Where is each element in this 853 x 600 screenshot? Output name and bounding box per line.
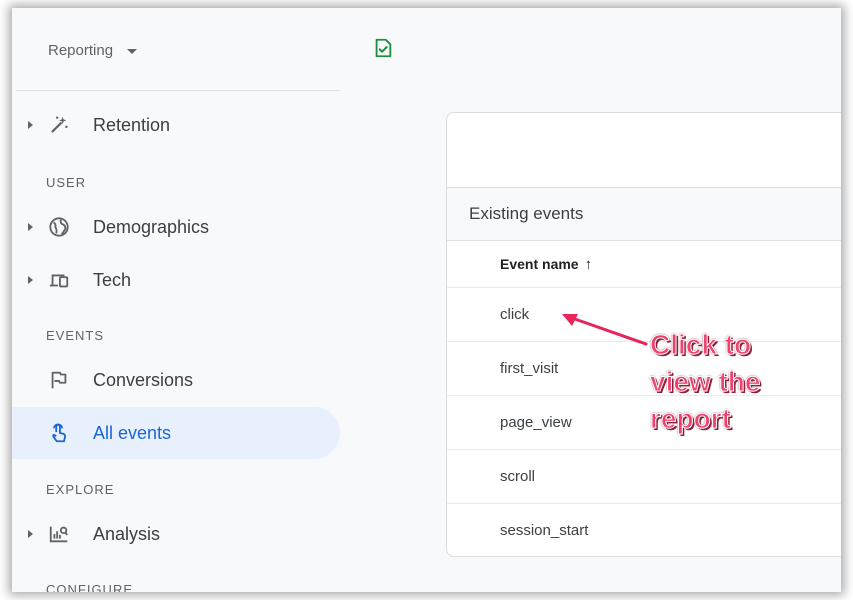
reporting-label: Reporting [48,42,114,59]
sidebar-item-label: Analysis [93,523,161,544]
table-row[interactable]: page_view [447,396,841,450]
flag-icon [46,367,72,393]
sidebar-item-tech[interactable]: Tech [12,254,340,306]
event-name-link[interactable]: click [500,306,529,323]
section-header-explore: EXPLORE [46,482,115,497]
sidebar-item-all-events[interactable]: All events [12,407,340,459]
globe-icon [46,214,72,240]
annotation-arrow-icon [562,314,648,346]
expand-arrow-icon[interactable] [28,530,33,538]
column-header-event-name[interactable]: Event name ↑ [447,241,841,288]
sidebar-item-label: All events [93,422,172,443]
sort-arrow-up-icon[interactable]: ↑ [585,256,593,273]
card-section-title: Existing events [447,188,841,241]
touch-icon [46,420,72,446]
sidebar-item-label: Conversions [93,369,194,390]
sidebar-item-label: Tech [93,269,132,290]
reporting-dropdown[interactable]: Reporting [48,42,138,59]
analysis-icon [46,521,72,547]
table-row[interactable]: first_visit [447,342,841,396]
event-name-link[interactable]: scroll [500,468,535,485]
expand-arrow-icon[interactable] [28,121,33,129]
app-window: Reporting Retention USER Demographics Te… [12,8,841,592]
devices-icon [46,267,72,293]
annotation-line: view the [649,366,761,398]
sidebar: Reporting Retention USER Demographics Te… [12,8,352,592]
annotation-callout: Click to view the report [649,326,761,437]
divider [16,90,340,91]
card-top-area [447,113,841,188]
event-name-link[interactable]: first_visit [500,360,558,377]
sidebar-item-label: Retention [93,114,171,135]
expand-arrow-icon[interactable] [28,223,33,231]
event-name-link[interactable]: session_start [500,522,588,539]
sidebar-item-demographics[interactable]: Demographics [12,201,340,253]
table-row[interactable]: scroll [447,450,841,504]
sidebar-item-retention[interactable]: Retention [12,99,340,151]
sidebar-item-analysis[interactable]: Analysis [12,508,340,560]
check-document-icon[interactable] [372,37,394,59]
column-header-label: Event name [500,256,579,272]
magic-wand-icon [46,112,72,138]
expand-arrow-icon[interactable] [28,276,33,284]
section-header-configure: CONFIGURE [46,582,133,592]
section-header-user: USER [46,175,87,190]
sidebar-item-conversions[interactable]: Conversions [12,354,340,406]
sidebar-item-label: Demographics [93,216,210,237]
chevron-down-icon [127,49,138,54]
event-name-link[interactable]: page_view [500,414,572,431]
section-header-events: EVENTS [46,328,105,343]
table-row[interactable]: session_start [447,504,841,557]
annotation-line: Click to [649,329,752,361]
annotation-line: report [649,403,731,435]
